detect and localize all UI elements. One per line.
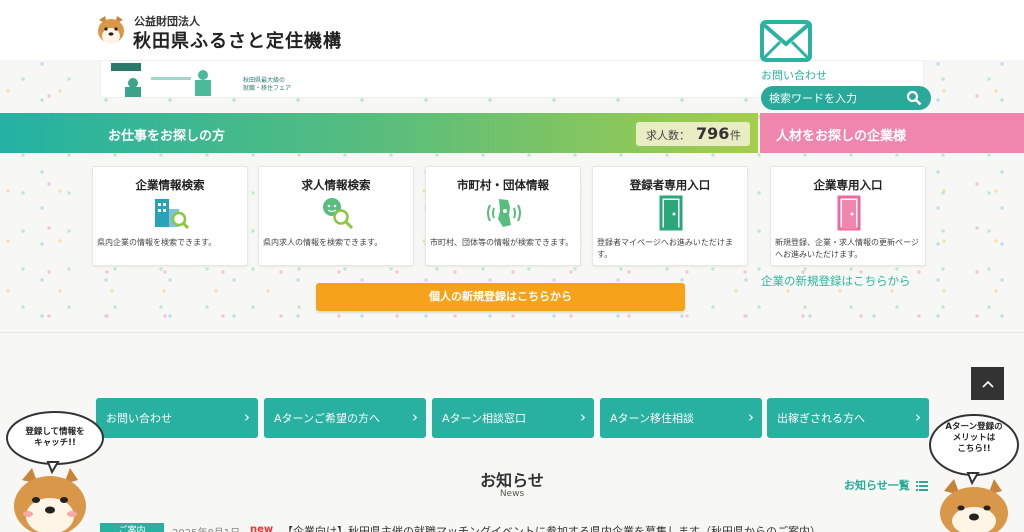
door-icon	[659, 195, 683, 231]
card-company-search[interactable]: 企業情報検索 県内企業の情報を検索できます。	[92, 166, 248, 266]
nav-migrant-worker-button[interactable]: 出稼ぎされる方へ ›	[767, 398, 929, 438]
contact-link[interactable]: お問い合わせ	[761, 67, 827, 83]
card-description: 市町村、団体等の情報が検索できます。	[430, 238, 574, 247]
news-new-badge: new	[250, 524, 274, 532]
nav-aturn-wish-button[interactable]: Aターンご希望の方へ ›	[264, 398, 426, 438]
chevron-right-icon: ›	[244, 408, 250, 426]
card-description: 新規登録、企業・求人情報の更新ページへお進みいただけます。	[775, 238, 919, 259]
mascot-right-bubble-text: Aターン登録の メリットは こちら!!	[945, 422, 1003, 454]
banner-caption: 秋田県最大級の 就職・移住フェア	[243, 77, 292, 92]
chevron-right-icon: ›	[748, 408, 754, 426]
individual-register-button[interactable]: 個人の新規登録はこちらから	[316, 283, 685, 311]
card-registrant-entry[interactable]: 登録者専用入口 登録者マイページへお進みいただけます。	[592, 166, 748, 266]
card-title: 求人情報検索	[301, 178, 371, 192]
banner-illustration-icon	[111, 63, 211, 97]
employer-title: 人材をお探しの企業様	[776, 129, 907, 144]
company-register-link[interactable]: 企業の新規登録はこちらから	[761, 273, 911, 289]
news-date: 2025年8月1日	[172, 524, 240, 532]
akita-map-icon	[487, 199, 521, 227]
nav-aturn-desk-button[interactable]: Aターン相談窓口 ›	[432, 398, 594, 438]
mascot-right[interactable]: Aターン登録の メリットは こちら!!	[924, 413, 1024, 532]
door-icon	[837, 195, 861, 231]
card-description: 県内企業の情報を検索できます。	[97, 238, 217, 247]
chevron-right-icon: ›	[580, 408, 586, 426]
mail-icon[interactable]	[760, 20, 812, 62]
back-to-top-button[interactable]	[971, 367, 1004, 400]
search-box	[761, 86, 931, 110]
news-item[interactable]: ご案内 2025年8月1日 new 【企業向け】秋田県主催の就職マッチングイベン…	[100, 523, 924, 532]
card-job-search[interactable]: 求人情報検索 県内求人の情報を検索できます。	[258, 166, 414, 266]
card-title: 企業情報検索	[135, 178, 205, 192]
logo-title[interactable]: 秋田県ふるさと定住機構	[133, 27, 342, 53]
nav-button-label: Aターンご希望の方へ	[274, 412, 380, 425]
person-search-icon	[323, 198, 354, 230]
card-title: 登録者専用入口	[629, 178, 711, 192]
mascot-left-bubble-text: 登録して情報を キャッチ!!	[25, 427, 85, 448]
nav-button-label: 出稼ぎされる方へ	[777, 412, 865, 425]
nav-contact-button[interactable]: お問い合わせ ›	[96, 398, 258, 438]
job-count-label: 求人数：	[646, 129, 690, 142]
employer-band: 人材をお探しの企業様	[760, 113, 1024, 153]
chevron-right-icon: ›	[915, 408, 921, 426]
news-title-text: 【企業向け】秋田県主催の就職マッチングイベントに参加する県内企業を募集します（秋…	[282, 525, 821, 532]
job-count-badge: 求人数： 796 件	[636, 122, 750, 146]
job-seeker-title: お仕事をお探しの方	[108, 129, 226, 144]
card-municipal-info[interactable]: 市町村・団体情報 市町村、団体等の情報が検索できます。	[425, 166, 581, 266]
card-title: 企業専用入口	[813, 178, 883, 192]
nav-button-label: Aターン相談窓口	[442, 412, 526, 425]
card-description: 登録者マイページへお進みいただけます。	[597, 238, 733, 259]
news-list-label: お知らせ一覧	[844, 479, 910, 492]
nav-button-label: Aターン移住相談	[610, 412, 694, 425]
card-description: 県内求人の情報を検索できます。	[263, 238, 383, 247]
mascot-left[interactable]: 登録して情報を キャッチ!!	[0, 410, 110, 532]
nav-button-label: お問い合わせ	[106, 412, 172, 425]
nav-aturn-migration-button[interactable]: Aターン移住相談 ›	[600, 398, 762, 438]
akita-dog-logo-icon[interactable]	[95, 14, 127, 46]
job-count-unit: 件	[730, 129, 741, 142]
card-company-entry[interactable]: 企業専用入口 新規登録、企業・求人情報の更新ページへお進みいただけます。	[770, 166, 926, 266]
card-title: 市町村・団体情報	[457, 178, 549, 192]
building-search-icon	[155, 199, 190, 230]
job-seeker-band: お仕事をお探しの方 求人数： 796 件	[0, 113, 758, 153]
chevron-right-icon: ›	[412, 408, 418, 426]
news-list-link[interactable]: お知らせ一覧	[844, 477, 928, 493]
search-icon[interactable]	[906, 90, 922, 106]
job-count-value: 796	[696, 124, 730, 143]
chevron-up-icon	[981, 380, 994, 388]
search-input[interactable]	[769, 90, 899, 106]
site-header: 公益財団法人 秋田県ふるさと定住機構	[0, 0, 1024, 60]
